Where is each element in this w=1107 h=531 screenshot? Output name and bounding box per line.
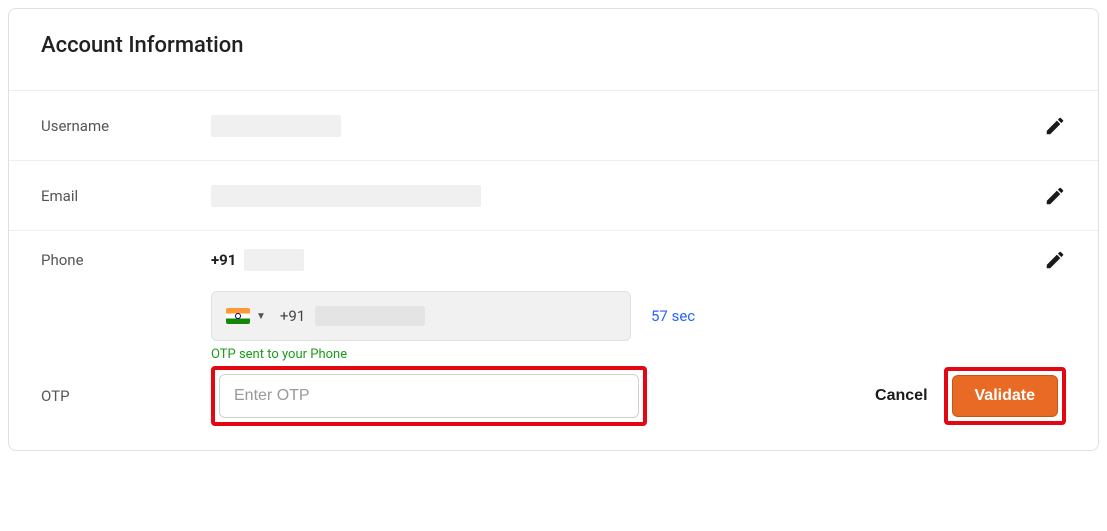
- phone-country-code: +91: [211, 251, 236, 269]
- india-flag-icon: [226, 308, 250, 324]
- email-row: Email: [9, 160, 1098, 230]
- otp-input[interactable]: [219, 374, 639, 418]
- chevron-down-icon: ▼: [256, 311, 266, 322]
- phone-redacted: [244, 249, 304, 271]
- phone-label: Phone: [41, 251, 211, 269]
- page-title: Account Information: [41, 33, 1066, 58]
- validate-button[interactable]: Validate: [952, 375, 1058, 417]
- pencil-icon[interactable]: [1044, 115, 1066, 137]
- email-label: Email: [41, 187, 211, 205]
- otp-label: OTP: [41, 387, 211, 405]
- username-row: Username: [9, 90, 1098, 160]
- resend-timer: 57 sec: [651, 307, 695, 325]
- phone-input-row: ▼ +91 57 sec: [211, 291, 1066, 341]
- card-header: Account Information: [9, 9, 1098, 90]
- validate-highlight: Validate: [944, 367, 1066, 425]
- cancel-button[interactable]: Cancel: [875, 387, 927, 405]
- pencil-icon[interactable]: [1044, 185, 1066, 207]
- username-redacted: [211, 115, 341, 137]
- otp-actions: Cancel Validate: [875, 367, 1066, 425]
- phone-row: Phone +91: [41, 249, 1066, 271]
- phone-section: Phone +91 ▼ +91 57 sec OTP sent to your …: [9, 230, 1098, 450]
- email-value: [211, 185, 1044, 207]
- combo-country-code: +91: [280, 307, 305, 325]
- otp-input-highlight: [211, 366, 647, 426]
- username-label: Username: [41, 117, 211, 135]
- otp-row: OTP Cancel Validate: [41, 366, 1066, 426]
- account-card: Account Information Username Email Phone…: [8, 8, 1099, 451]
- username-value: [211, 115, 1044, 137]
- email-redacted: [211, 185, 481, 207]
- phone-number-redacted: [315, 306, 425, 326]
- phone-value: +91: [211, 249, 1044, 271]
- otp-sent-message: OTP sent to your Phone: [211, 347, 1066, 362]
- pencil-icon[interactable]: [1044, 249, 1066, 271]
- phone-country-select[interactable]: ▼ +91: [211, 291, 631, 341]
